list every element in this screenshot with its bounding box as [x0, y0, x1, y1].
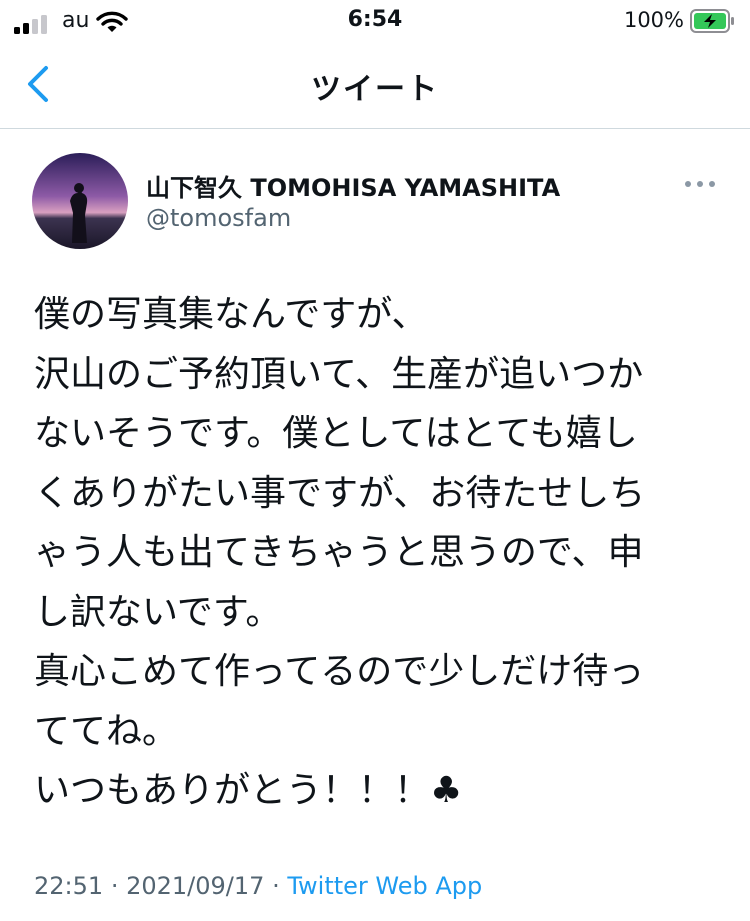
tweet-text: 僕の写真集なんですが、 沢山のご予約頂いて、生産が追いつか ないそうです。僕とし…	[34, 294, 646, 811]
meta-separator: ·	[272, 872, 280, 900]
tweet-date[interactable]: 2021/09/17	[126, 872, 264, 900]
tweet-source-link[interactable]: Twitter Web App	[287, 872, 482, 900]
battery-percentage: 100%	[623, 8, 684, 32]
meta-separator: ·	[110, 872, 119, 900]
display-name[interactable]: 山下智久 TOMOHISA YAMASHITA	[146, 168, 560, 203]
page-title: ツイート	[311, 72, 439, 107]
tweet-meta: 22:51 · 2021/09/17 · Twitter Web App	[34, 872, 482, 900]
user-handle[interactable]: @tomosfam	[146, 204, 291, 232]
tweet-time[interactable]: 22:51	[34, 872, 103, 900]
avatar-photo	[32, 153, 128, 249]
status-bar: au 6:54 100%	[0, 0, 750, 44]
avatar[interactable]	[32, 153, 128, 249]
nav-bar: ツイート	[0, 44, 750, 129]
battery-charging-icon	[690, 9, 734, 33]
more-icon[interactable]	[680, 170, 720, 198]
